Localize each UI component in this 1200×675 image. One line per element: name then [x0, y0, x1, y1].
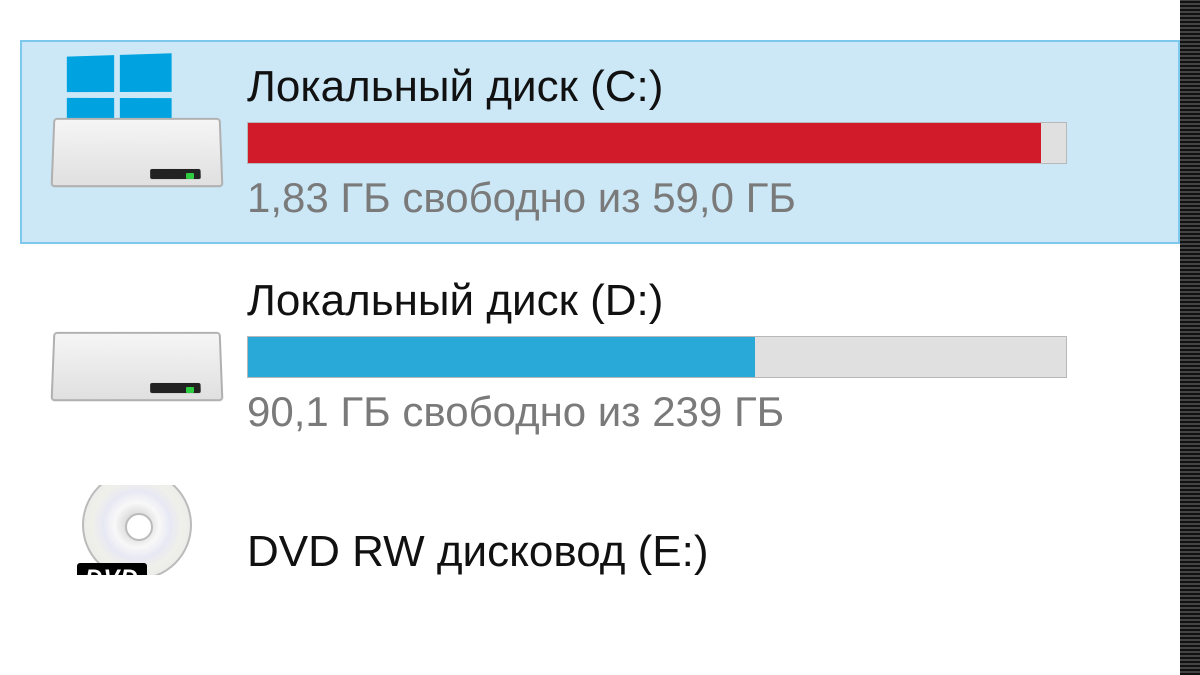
drives-list: Локальный диск (C:) 1,83 ГБ свободно из …: [0, 0, 1200, 609]
drive-d-status: 90,1 ГБ свободно из 239 ГБ: [247, 388, 1163, 436]
drive-c[interactable]: Локальный диск (C:) 1,83 ГБ свободно из …: [20, 40, 1180, 244]
drive-c-icon-wrap: [37, 62, 237, 202]
drive-d[interactable]: Локальный диск (D:) 90,1 ГБ свободно из …: [20, 254, 1180, 458]
local-drive-icon: [52, 291, 222, 401]
drive-d-icon-wrap: [37, 276, 237, 416]
drive-c-usage-bar: [247, 122, 1067, 164]
dvd-drive-icon: DVD: [62, 485, 212, 575]
system-drive-icon: [52, 77, 222, 187]
drive-e-name: DVD RW дисковод (E:): [247, 527, 1163, 577]
drive-d-info: Локальный диск (D:) 90,1 ГБ свободно из …: [237, 276, 1163, 436]
drive-d-usage-fill: [248, 337, 755, 377]
drive-c-status: 1,83 ГБ свободно из 59,0 ГБ: [247, 174, 1163, 222]
drive-c-usage-fill: [248, 123, 1041, 163]
drive-e[interactable]: DVD DVD RW дисковод (E:): [20, 463, 1180, 609]
drive-c-name: Локальный диск (C:): [247, 62, 1163, 112]
drive-e-icon-wrap: DVD: [37, 485, 237, 575]
drive-d-name: Локальный диск (D:): [247, 276, 1163, 326]
drive-e-info: DVD RW дисковод (E:): [237, 485, 1163, 587]
window-edge: [1180, 0, 1200, 675]
drive-c-info: Локальный диск (C:) 1,83 ГБ свободно из …: [237, 62, 1163, 222]
drive-d-usage-bar: [247, 336, 1067, 378]
